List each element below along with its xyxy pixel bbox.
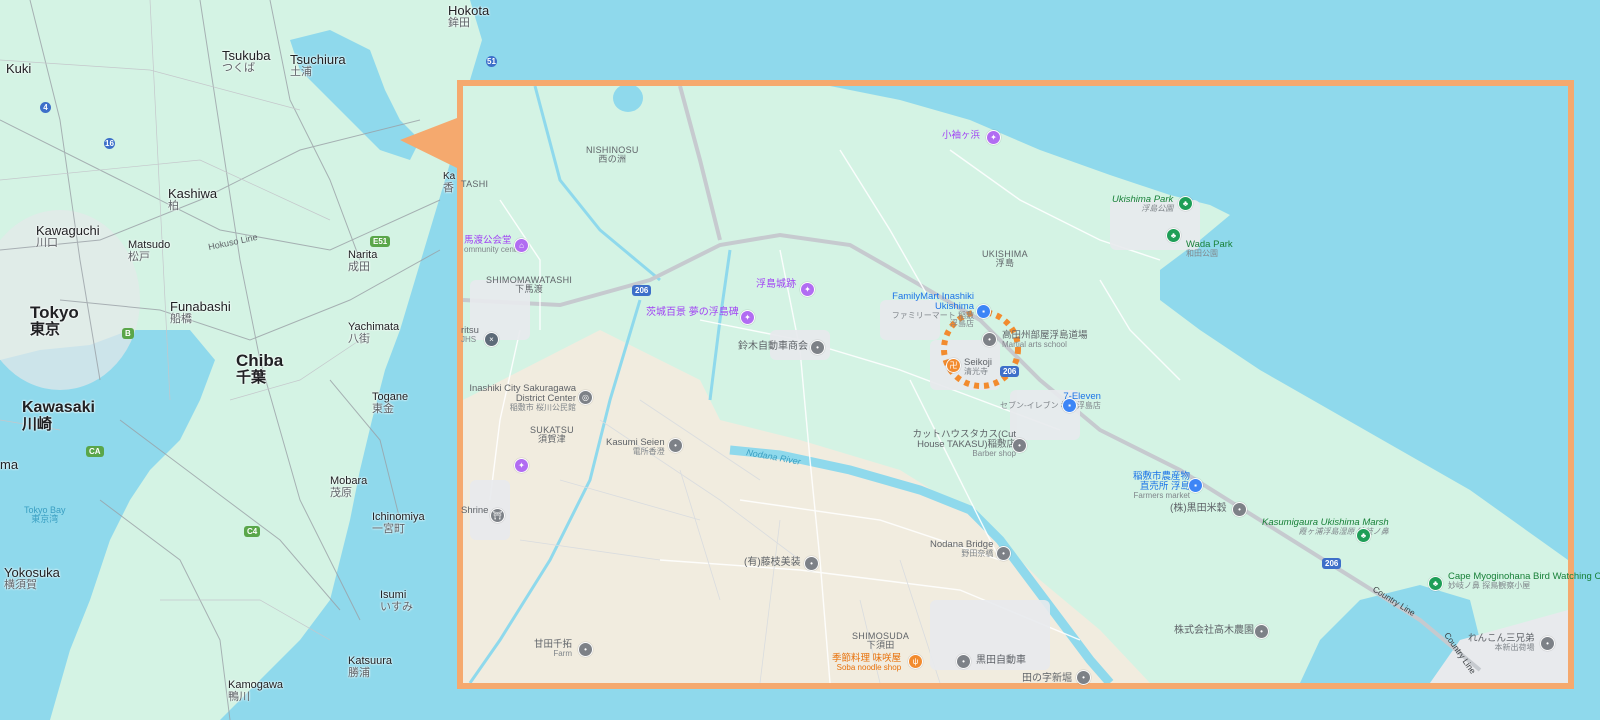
- place-tsukuba[interactable]: Tsukuba つくば: [222, 49, 270, 74]
- place-yachimata[interactable]: Yachimata 八街: [348, 321, 399, 345]
- route-shield-c4: C4: [244, 526, 261, 537]
- poi-kuroda-auto[interactable]: 黒田自動車: [976, 655, 1026, 667]
- poi-cuthouse[interactable]: カットハウスタカス(Cut House TAKASU)稲敷店 Barber sho…: [900, 430, 1016, 458]
- school-icon[interactable]: •: [982, 332, 997, 347]
- landmark-icon[interactable]: ✦: [740, 310, 755, 325]
- location-pin-icon[interactable]: •: [668, 438, 683, 453]
- area-shimosuda[interactable]: SHIMOSUDA 下須田: [852, 631, 909, 651]
- barber-icon[interactable]: •: [1012, 438, 1027, 453]
- poi-takagi[interactable]: 株式会社高木農園: [1174, 625, 1254, 637]
- poi-komezu[interactable]: 小袖ヶ浜: [942, 131, 980, 141]
- area-ukishima[interactable]: UKISHIMA 浮島: [982, 249, 1028, 269]
- farm-icon[interactable]: •: [578, 642, 593, 657]
- place-hokota[interactable]: Hokota 鉾田: [448, 4, 489, 29]
- place-kawasaki[interactable]: Kawasaki 川崎: [22, 399, 95, 433]
- place-yokosuka[interactable]: Yokosuka 横須賀: [4, 566, 60, 591]
- place-kashiwa[interactable]: Kashiwa 柏: [168, 187, 217, 212]
- route-shield-206-c: 206: [1322, 558, 1342, 569]
- poi-shrine[interactable]: Shrine: [461, 506, 488, 516]
- route-shield-51: 51: [486, 56, 497, 67]
- landmark-icon[interactable]: ✦: [514, 458, 529, 473]
- poi-sakuragawa[interactable]: Inashiki City Sakuragawa District Center…: [464, 384, 576, 412]
- poi-ritsu-jhs[interactable]: ritsu JHS: [461, 326, 479, 344]
- convenience-store-icon[interactable]: ▪: [1062, 398, 1077, 413]
- place-katsuura[interactable]: Katsuura 勝浦: [348, 655, 392, 679]
- community-icon[interactable]: ⌂: [514, 238, 529, 253]
- route-shield-206-a: 206: [632, 285, 652, 296]
- poi-suzuki[interactable]: 鈴木自動車商会: [738, 341, 808, 353]
- restaurant-icon[interactable]: ψ: [908, 654, 923, 669]
- park-icon[interactable]: ♣: [1356, 528, 1371, 543]
- place-kawaguchi[interactable]: Kawaguchi 川口: [36, 224, 100, 249]
- bridge-icon[interactable]: •: [996, 546, 1011, 561]
- place-kuki[interactable]: Kuki: [6, 62, 31, 76]
- route-shield-206-b: 206: [1000, 366, 1020, 377]
- place-narita[interactable]: Narita 成田: [348, 249, 377, 273]
- route-shield-b: B: [122, 328, 134, 339]
- place-mobara[interactable]: Mobara 茂原: [330, 475, 367, 499]
- school-icon[interactable]: ×: [484, 332, 499, 347]
- area-tashi[interactable]: TASHI: [461, 179, 488, 189]
- shopping-cart-icon[interactable]: ▪: [1188, 478, 1203, 493]
- place-tokyo[interactable]: Tokyo 東京: [30, 304, 79, 338]
- poi-tanoji[interactable]: 田の字新堀: [1022, 673, 1072, 685]
- convenience-store-icon[interactable]: ▪: [976, 304, 991, 319]
- poi-familymart[interactable]: FamilyMart Inashiki Ukishima ファミリーマート 稲敷浮…: [888, 292, 974, 329]
- location-pin-icon[interactable]: •: [1232, 502, 1247, 517]
- route-shield-e51: E51: [370, 236, 391, 247]
- location-pin-icon[interactable]: •: [956, 654, 971, 669]
- place-togane[interactable]: Togane 東金: [372, 391, 408, 415]
- place-tsuchiura[interactable]: Tsuchiura 土浦: [290, 53, 346, 78]
- poi-wada-park[interactable]: Wada Park 和田公園: [1186, 240, 1233, 258]
- place-matsudo[interactable]: Matsudo 松戸: [128, 239, 170, 263]
- poi-fujieda[interactable]: (有)藤枝美装: [744, 557, 801, 569]
- place-ka[interactable]: Ka 香: [443, 171, 455, 194]
- place-kamogawa[interactable]: Kamogawa 鴨川: [228, 679, 283, 703]
- area-shimomawatashi[interactable]: SHIMOMAWATASHI 下馬渡: [486, 275, 572, 295]
- poi-ukishima-castle[interactable]: 浮島城跡: [756, 279, 796, 291]
- poi-7-eleven[interactable]: 7-Eleven セブン-イレブン 桜川浮島店: [1000, 392, 1101, 410]
- location-pin-icon[interactable]: •: [1076, 670, 1091, 685]
- binoculars-icon[interactable]: ♣: [1428, 576, 1443, 591]
- poi-kasumi-seien[interactable]: Kasumi Seien 電所香澄: [606, 438, 665, 456]
- place-chiba[interactable]: Chiba 千葉: [236, 352, 283, 386]
- place-ichinomiya[interactable]: Ichinomiya 一宮町: [372, 511, 425, 535]
- place-isumi[interactable]: Isumi いすみ: [380, 589, 413, 613]
- shrine-icon[interactable]: ⛩: [490, 508, 505, 523]
- route-shield-4: 4: [40, 102, 51, 113]
- water-tokyo-bay: Tokyo Bay 東京湾: [24, 505, 66, 525]
- poi-soba[interactable]: 季節料理 味咲屋 Soba noodle shop: [832, 654, 901, 672]
- location-pin-icon[interactable]: •: [1540, 636, 1555, 651]
- poi-takada[interactable]: 高田州部屋浮島道場 Martial arts school: [1002, 331, 1088, 349]
- poi-ukishima-park[interactable]: Ukishima Park 浮島公園: [1112, 195, 1173, 213]
- route-shield-16: 16: [104, 138, 115, 149]
- location-pin-icon[interactable]: •: [1254, 624, 1269, 639]
- poi-amata[interactable]: 甘田千拓 Farm: [534, 640, 572, 658]
- location-pin-icon[interactable]: •: [804, 556, 819, 571]
- poi-yumenoukishima[interactable]: 茨城百景 夢の浮島碑: [646, 307, 739, 319]
- route-shield-ca: CA: [86, 446, 104, 457]
- landmark-icon[interactable]: ✦: [800, 282, 815, 297]
- landmark-icon[interactable]: ✦: [986, 130, 1001, 145]
- park-icon[interactable]: ♣: [1166, 228, 1181, 243]
- poi-farmers-market[interactable]: 稲敷市農産物 直売所 浮島 Farmers market: [1124, 472, 1190, 500]
- place-ma[interactable]: ma: [0, 458, 18, 472]
- area-sukatsu[interactable]: SUKATSU 須賀津: [530, 425, 574, 445]
- area-nishinosu[interactable]: NISHINOSU 西の洲: [586, 145, 639, 165]
- temple-icon[interactable]: 卍: [946, 358, 961, 373]
- poi-nodana-bridge[interactable]: Nodana Bridge 野田奈橋: [930, 540, 993, 558]
- location-pin-icon[interactable]: •: [810, 340, 825, 355]
- poi-myogi[interactable]: Cape Myoginohana Bird Watching Cabin妙岐ノ鼻…: [1448, 572, 1600, 590]
- park-icon[interactable]: ♣: [1178, 196, 1193, 211]
- civic-center-icon[interactable]: ◎: [578, 390, 593, 405]
- poi-seikoji[interactable]: Seikoji 清光寺: [964, 358, 992, 376]
- place-funabashi[interactable]: Funabashi 船橋: [170, 300, 231, 325]
- poi-renkon[interactable]: れんこん三兄弟 本新出荷場: [1468, 634, 1535, 652]
- poi-kuroda-rice[interactable]: (株)黒田米穀: [1170, 503, 1227, 515]
